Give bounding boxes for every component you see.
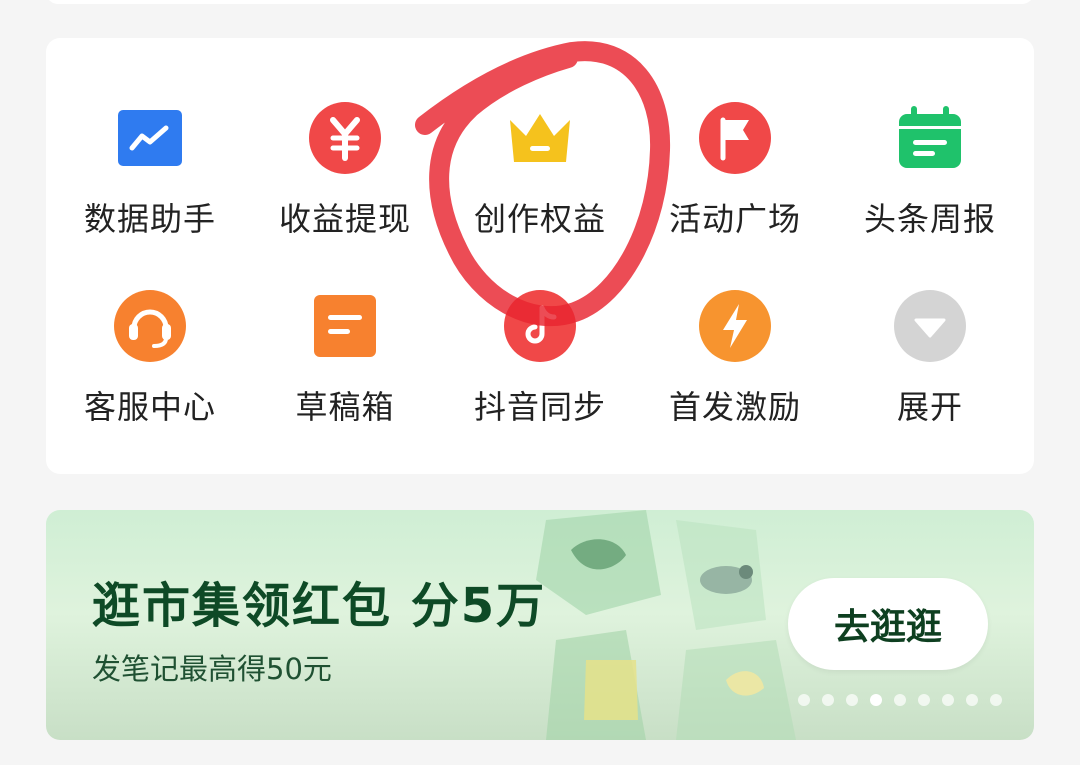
carousel-dot[interactable] <box>870 694 882 706</box>
banner-illustration <box>536 510 796 740</box>
grid-item-label: 草稿箱 <box>295 388 395 426</box>
grid-item-drafts[interactable]: 草稿箱 <box>247 288 443 448</box>
grid-item-label: 展开 <box>896 388 963 426</box>
grid-item-creator-rights[interactable]: 创作权益 <box>442 100 638 260</box>
chart-trend-icon <box>112 100 188 176</box>
lightning-icon <box>697 288 773 364</box>
grid-item-expand[interactable]: 展开 <box>832 288 1028 448</box>
expand-down-icon <box>892 288 968 364</box>
grid-item-customer-service[interactable]: 客服中心 <box>52 288 248 448</box>
grid-item-earnings-withdraw[interactable]: 收益提现 <box>247 100 443 260</box>
headset-icon <box>112 288 188 364</box>
grid-item-label: 数据助手 <box>83 200 216 238</box>
carousel-dot[interactable] <box>846 694 858 706</box>
flag-icon <box>697 100 773 176</box>
grid-item-label: 活动广场 <box>668 200 801 238</box>
grid-item-activity-square[interactable]: 活动广场 <box>637 100 833 260</box>
carousel-dot[interactable] <box>798 694 810 706</box>
previous-card <box>46 0 1034 4</box>
grid-item-weekly-report[interactable]: 头条周报 <box>832 100 1028 260</box>
carousel-dot[interactable] <box>966 694 978 706</box>
market-promo-banner[interactable]: 逛市集领红包 分5万 发笔记最高得50元 去逛逛 <box>46 510 1034 740</box>
carousel-dot[interactable] <box>990 694 1002 706</box>
carousel-dot[interactable] <box>918 694 930 706</box>
grid-item-label: 收益提现 <box>278 200 411 238</box>
yen-icon <box>307 100 383 176</box>
grid-item-data-assistant[interactable]: 数据助手 <box>52 100 248 260</box>
grid-item-label: 客服中心 <box>83 388 216 426</box>
draft-icon <box>307 288 383 364</box>
carousel-indicator <box>798 694 1002 706</box>
grid-item-label: 首发激励 <box>668 388 801 426</box>
banner-title: 逛市集领红包 分5万 <box>92 578 547 634</box>
go-browse-button[interactable]: 去逛逛 <box>788 578 988 670</box>
grid-item-label: 抖音同步 <box>473 388 606 426</box>
carousel-dot[interactable] <box>894 694 906 706</box>
carousel-dot[interactable] <box>822 694 834 706</box>
grid-item-label: 创作权益 <box>473 200 606 238</box>
banner-subtitle: 发笔记最高得50元 <box>92 652 332 686</box>
douyin-icon <box>502 288 578 364</box>
grid-item-first-release-bonus[interactable]: 首发激励 <box>637 288 833 448</box>
grid-item-douyin-sync[interactable]: 抖音同步 <box>442 288 638 448</box>
crown-icon <box>502 100 578 176</box>
tools-grid-card: 数据助手 收益提现 创作权益 活动广场 头条周报 客服中心 草稿箱 抖音同步 首… <box>46 38 1034 474</box>
grid-item-label: 头条周报 <box>863 200 996 238</box>
calendar-icon <box>892 100 968 176</box>
carousel-dot[interactable] <box>942 694 954 706</box>
